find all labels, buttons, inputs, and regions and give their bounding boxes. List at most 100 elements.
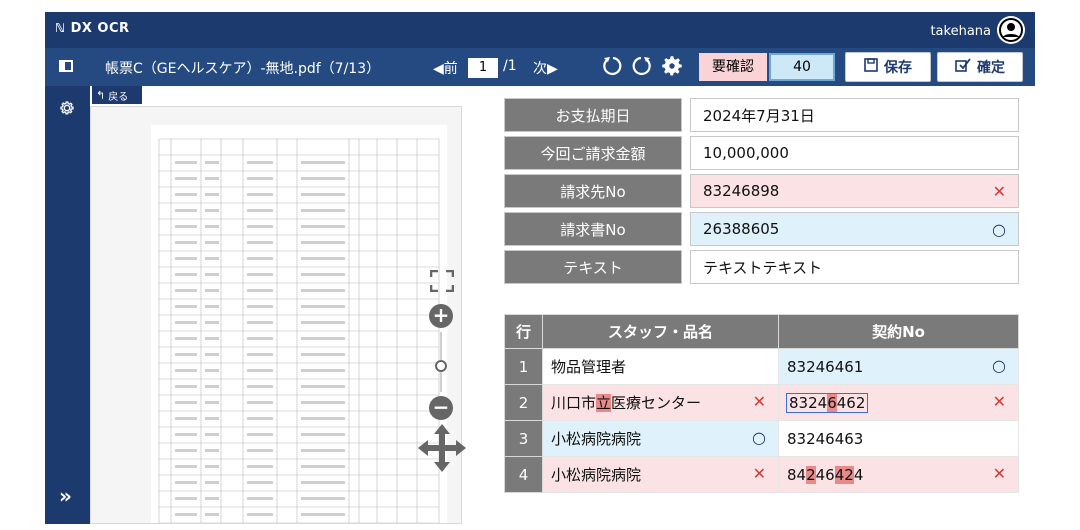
field-label: テキスト <box>504 250 682 284</box>
document-preview-image <box>151 125 447 523</box>
invoice-no-field[interactable]: 26388605 ○ <box>690 212 1019 246</box>
next-page-button[interactable]: 次▶ <box>533 58 558 78</box>
col-header-contract-no: 契約No <box>778 314 1019 349</box>
cell-text: 8324 <box>789 393 828 412</box>
confirm-label: 確定 <box>977 60 1005 76</box>
table-header-row: 行 スタッフ・品名 契約No <box>504 314 1019 349</box>
back-button[interactable]: ↰ 戻る <box>92 86 142 104</box>
cell-text-highlight: 2 <box>806 465 816 484</box>
user-avatar-icon[interactable] <box>997 16 1025 44</box>
logo-mark-icon: ℕ <box>55 21 66 35</box>
staff-cell[interactable]: 小松病院病院 ○ <box>542 420 779 457</box>
row-number: 2 <box>504 384 543 421</box>
page-total: /1 <box>503 58 517 74</box>
staff-cell[interactable]: 物品管理者 <box>542 348 779 385</box>
contract-cell[interactable]: 83246463 <box>778 420 1019 457</box>
col-header-row-no: 行 <box>504 314 543 349</box>
sidebar: » <box>45 86 90 524</box>
ok-circle-icon[interactable]: ○ <box>752 428 766 447</box>
needs-check-badge[interactable]: 要確認 <box>699 53 767 81</box>
expand-chevrons-icon[interactable]: » <box>59 484 72 508</box>
cell-text: 83246461 <box>787 357 864 376</box>
app-frame: ℕ DX OCR takehana 帳票C（GEヘルスケア）-無地.pdf（7/… <box>45 12 1035 524</box>
row-number: 3 <box>504 420 543 457</box>
cell-text: 川口市 <box>551 394 597 412</box>
billing-amount-field[interactable]: 10,000,000 <box>690 136 1019 170</box>
rotate-right-icon[interactable] <box>629 54 653 82</box>
cell-text-highlight: 立 <box>596 394 612 412</box>
field-label: お支払期日 <box>504 98 682 132</box>
col-header-staff: スタッフ・品名 <box>542 314 779 349</box>
field-label: 請求書No <box>504 212 682 246</box>
pan-arrows-icon[interactable] <box>418 424 466 476</box>
fullscreen-icon[interactable] <box>429 269 455 296</box>
table-row: 2 川口市立医療センター ✕ 83246462 ✕ <box>504 384 1019 421</box>
zoom-out-icon[interactable]: − <box>429 396 453 420</box>
field-value: 26388605 <box>703 220 780 238</box>
app-logo-text: DX OCR <box>70 21 130 36</box>
save-button[interactable]: 保存 <box>845 52 931 82</box>
field-row-billing-amount: 今回ご請求金額 10,000,000 <box>504 136 1019 170</box>
cell-text-highlight: 6 <box>827 393 837 412</box>
toolbar: 帳票C（GEヘルスケア）-無地.pdf（7/13） ◀前 1 /1 次▶ 要確認… <box>45 48 1035 86</box>
ok-circle-icon[interactable]: ○ <box>992 356 1006 375</box>
save-label: 保存 <box>884 60 912 76</box>
contract-cell[interactable]: 83246461 ○ <box>778 348 1019 385</box>
billing-to-no-field[interactable]: 83246898 ✕ <box>690 174 1019 208</box>
error-x-icon[interactable]: ✕ <box>753 392 766 411</box>
row-number: 4 <box>504 456 543 493</box>
field-label: 請求先No <box>504 174 682 208</box>
cell-text: 84 <box>787 465 807 484</box>
app-logo: ℕ DX OCR <box>55 21 130 36</box>
error-x-icon[interactable]: ✕ <box>993 392 1006 411</box>
panel-toggle-icon[interactable] <box>59 60 73 72</box>
contract-cell[interactable]: 84246424 ✕ <box>778 456 1019 493</box>
staff-cell[interactable]: 小松病院病院 ✕ <box>542 456 779 493</box>
error-x-icon[interactable]: ✕ <box>993 182 1006 201</box>
zoom-in-icon[interactable]: + <box>429 304 453 328</box>
rotate-left-icon[interactable] <box>601 54 625 82</box>
file-name: 帳票C（GEヘルスケア）-無地.pdf（7/13） <box>105 61 381 77</box>
field-value: 83246898 <box>703 182 780 200</box>
extracted-fields-panel: お支払期日 2024年7月31日 今回ご請求金額 10,000,000 請求先N… <box>504 94 1019 288</box>
field-label: 今回ご請求金額 <box>504 136 682 170</box>
field-value: テキストテキスト <box>703 258 823 277</box>
sidebar-settings-icon[interactable] <box>59 100 75 120</box>
field-value: 10,000,000 <box>703 144 789 162</box>
table-row: 1 物品管理者 83246461 ○ <box>504 348 1019 385</box>
cell-edit-selection[interactable]: 83246462 <box>785 392 869 413</box>
cell-text: 小松病院病院 <box>551 466 642 484</box>
field-row-payment-due: お支払期日 2024年7月31日 <box>504 98 1019 132</box>
line-items-table: 行 スタッフ・品名 契約No 1 物品管理者 83246461 ○ 2 川口市立医… <box>504 314 1019 493</box>
cell-text: 46 <box>815 465 835 484</box>
cell-text: 462 <box>836 393 866 412</box>
page-number-input[interactable]: 1 <box>468 58 498 78</box>
table-row: 3 小松病院病院 ○ 83246463 <box>504 420 1019 457</box>
contract-cell[interactable]: 83246462 ✕ <box>778 384 1019 421</box>
cell-text: 医療センター <box>611 394 702 412</box>
settings-gear-icon[interactable] <box>659 53 685 83</box>
table-row: 4 小松病院病院 ✕ 84246424 ✕ <box>504 456 1019 493</box>
field-value: 2024年7月31日 <box>703 106 815 125</box>
cell-text-highlight: 42 <box>834 465 854 484</box>
staff-cell[interactable]: 川口市立医療センター ✕ <box>542 384 779 421</box>
text-field[interactable]: テキストテキスト <box>690 250 1019 284</box>
payment-due-field[interactable]: 2024年7月31日 <box>690 98 1019 132</box>
ok-circle-icon[interactable]: ○ <box>992 220 1006 239</box>
cell-text: 83246463 <box>787 429 864 448</box>
document-viewer: ↰ 戻る + − <box>90 86 490 524</box>
user-name: takehana <box>930 24 991 39</box>
needs-check-count: 40 <box>769 53 835 81</box>
field-row-text: テキスト テキストテキスト <box>504 250 1019 284</box>
document-page <box>90 106 462 524</box>
cell-text: 物品管理者 <box>551 358 627 376</box>
back-label: 戻る <box>108 91 129 103</box>
confirm-icon <box>955 58 971 76</box>
confirm-button[interactable]: 確定 <box>937 52 1023 82</box>
prev-page-button[interactable]: ◀前 <box>433 58 458 78</box>
error-x-icon[interactable]: ✕ <box>753 464 766 483</box>
error-x-icon[interactable]: ✕ <box>993 464 1006 483</box>
back-arrow-icon: ↰ <box>96 88 106 102</box>
zoom-slider-handle[interactable] <box>435 360 447 372</box>
cell-text: 4 <box>853 465 864 484</box>
